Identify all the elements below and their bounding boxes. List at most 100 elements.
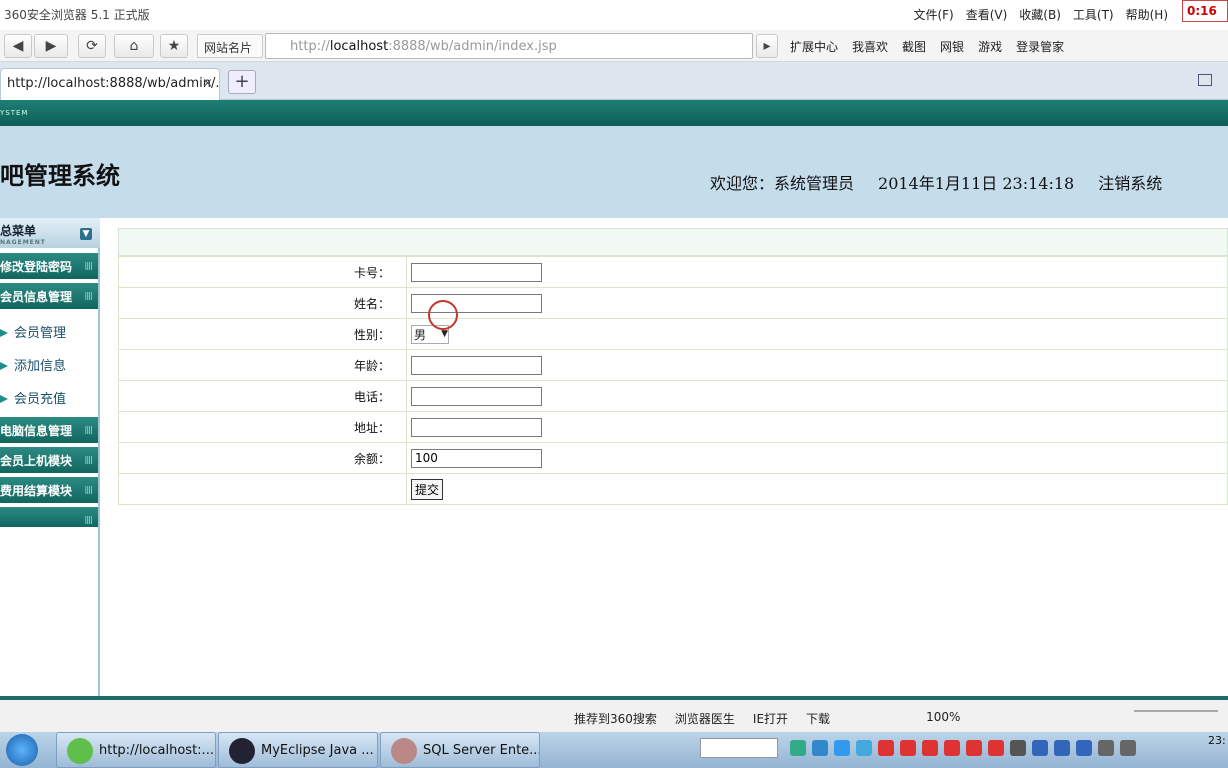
arrow-bullet-icon — [0, 395, 8, 403]
grip-icon: |||| — [84, 455, 93, 464]
logout-link[interactable]: 注销系统 — [1098, 170, 1162, 194]
tray-app-icon[interactable] — [1054, 740, 1070, 756]
phone-input[interactable] — [411, 386, 542, 406]
grip-icon: |||| — [84, 485, 93, 494]
tray-shield-icon[interactable] — [1076, 740, 1092, 756]
tray-qq-icon[interactable] — [878, 740, 894, 756]
form-row-card: 卡号： — [118, 256, 1228, 288]
tray-app-icon[interactable] — [1032, 740, 1048, 756]
tray-qq-icon[interactable] — [900, 740, 916, 756]
refresh-button[interactable]: ⟳ — [78, 34, 106, 58]
form-table: 卡号： 姓名： 性别： 男 ▼ 年龄： 电话： 地址： 余额： 100 提交 — [118, 256, 1228, 505]
tray-app-icon[interactable] — [812, 740, 828, 756]
menu-favorites[interactable]: 收藏(B) — [1019, 6, 1061, 23]
menu-fee-settle[interactable]: 费用结算模块 |||| — [0, 477, 98, 503]
status-browser-doctor[interactable]: 浏览器医生 — [675, 710, 735, 727]
browser-title-bar: 360安全浏览器 5.1 正式版 文件(F) 查看(V) 收藏(B) 工具(T)… — [0, 0, 1228, 30]
add-member-form: 卡号： 姓名： 性别： 男 ▼ 年龄： 电话： 地址： 余额： 100 提交 — [118, 228, 1228, 505]
forward-button[interactable]: ▶ — [34, 34, 68, 58]
taskbar-item-myeclipse[interactable]: MyEclipse Java ... — [218, 732, 378, 768]
toolbar-games[interactable]: 游戏 — [978, 38, 1002, 55]
status-ie-open[interactable]: IE打开 — [753, 710, 788, 727]
tab-close-icon[interactable]: × — [202, 76, 213, 91]
back-button[interactable]: ◀ — [4, 34, 32, 58]
tray-app-icon[interactable] — [790, 740, 806, 756]
home-icon: ⌂ — [129, 38, 139, 54]
toolbar-bank[interactable]: 网银 — [940, 38, 964, 55]
tray-qq-icon[interactable] — [966, 740, 982, 756]
start-button-icon[interactable] — [6, 734, 38, 766]
tray-network-icon[interactable] — [1098, 740, 1114, 756]
card-number-input[interactable] — [411, 262, 542, 282]
submit-button[interactable]: 提交 — [411, 478, 444, 500]
new-tab-button[interactable]: + — [228, 70, 256, 94]
grip-icon: |||| — [84, 515, 93, 524]
menu-pc-info[interactable]: 电脑信息管理 |||| — [0, 417, 98, 443]
balance-input[interactable] — [411, 448, 542, 468]
menu-header: 总菜单 NAGEMENT ▼ — [0, 218, 100, 248]
status-recommend-360[interactable]: 推荐到360搜索 — [574, 710, 657, 727]
menu-help[interactable]: 帮助(H) — [1126, 6, 1168, 23]
submenu-label: 会员管理 — [14, 326, 67, 341]
toolbar-screenshot[interactable]: 截图 — [902, 38, 926, 55]
menu-label: 会员信息管理 — [0, 290, 73, 304]
age-input[interactable] — [411, 355, 542, 375]
play-icon: ▸ — [763, 38, 771, 54]
tab-active[interactable]: http://localhost:8888/wb/admin/... × — [0, 68, 220, 100]
header-banner: 吧管理系统 欢迎您：系统管理员 2014年1月11日 23:14:18 注销系统 — [0, 126, 1228, 218]
taskbar-label: MyEclipse Java ... — [261, 743, 374, 758]
header-info: 欢迎您：系统管理员 2014年1月11日 23:14:18 注销系统 — [710, 170, 1162, 194]
menu-view[interactable]: 查看(V) — [966, 6, 1008, 23]
menu-change-password[interactable]: 修改登陆密码 |||| — [0, 253, 98, 279]
browser-icon — [67, 738, 93, 764]
home-button[interactable]: ⌂ — [114, 34, 154, 58]
tray-app-icon[interactable] — [856, 740, 872, 756]
go-button[interactable]: ▸ — [756, 34, 778, 58]
submenu-label: 添加信息 — [14, 359, 67, 374]
submenu-add-info[interactable]: 添加信息 — [0, 355, 66, 374]
status-zoom[interactable]: 100% — [926, 710, 960, 727]
zoom-slider[interactable] — [1134, 710, 1218, 712]
status-items: 推荐到360搜索 浏览器医生 IE打开 下载 100% — [574, 710, 960, 727]
form-header — [118, 228, 1228, 256]
card-label: 卡号： — [118, 256, 407, 288]
window-restore-icon[interactable] — [1198, 74, 1212, 86]
tray-app-icon[interactable] — [1010, 740, 1026, 756]
status-download[interactable]: 下载 — [806, 710, 830, 727]
tray-qq-icon[interactable] — [988, 740, 1004, 756]
favorite-button[interactable]: ★ — [160, 34, 188, 58]
menu-member-online[interactable]: 会员上机模块 |||| — [0, 447, 98, 473]
tray-volume-icon[interactable] — [1120, 740, 1136, 756]
address-input[interactable] — [411, 417, 542, 437]
menu-file[interactable]: 文件(F) — [913, 6, 953, 23]
taskbar-item-sqlserver[interactable]: SQL Server Ente... — [380, 732, 540, 768]
tray-app-icon[interactable] — [834, 740, 850, 756]
menu-member-info[interactable]: 会员信息管理 |||| — [0, 283, 98, 309]
taskbar-item-browser[interactable]: http://localhost:... — [56, 732, 216, 768]
status-bar: 推荐到360搜索 浏览器医生 IE打开 下载 100% — [0, 696, 1228, 732]
toolbar-extensions[interactable]: 扩展中心 — [790, 38, 838, 55]
url-prefix: http:// — [290, 38, 330, 54]
tray-icons — [790, 740, 1136, 756]
tray-qq-icon[interactable] — [922, 740, 938, 756]
site-card-button[interactable]: 网站名片 — [197, 34, 263, 58]
submenu-member-manage[interactable]: 会员管理 — [0, 322, 66, 341]
toolbar-like[interactable]: 我喜欢 — [852, 38, 888, 55]
tray-search-box[interactable] — [700, 738, 778, 758]
balance-label: 余额： — [118, 442, 407, 474]
datetime-text: 2014年1月11日 23:14:18 — [878, 174, 1075, 193]
back-arrow-icon: ◀ — [12, 38, 24, 54]
toolbar-login-manager[interactable]: 登录管家 — [1016, 38, 1064, 55]
strip-text: YSTEM — [0, 109, 29, 117]
age-label: 年龄： — [118, 349, 407, 381]
address-bar[interactable]: http://localhost:8888/wb/admin/index.jsp — [265, 33, 753, 59]
arrow-bullet-icon — [0, 362, 8, 370]
header-strip: YSTEM — [0, 100, 1228, 126]
menu-tools[interactable]: 工具(T) — [1073, 6, 1114, 23]
url-path: :8888/wb/admin/index.jsp — [388, 38, 557, 54]
gender-label: 性别： — [118, 318, 407, 350]
dropdown-arrow-icon: ▼ — [441, 329, 448, 339]
collapse-chevron-icon[interactable]: ▼ — [80, 228, 92, 240]
submenu-member-recharge[interactable]: 会员充值 — [0, 388, 66, 407]
tray-qq-icon[interactable] — [944, 740, 960, 756]
